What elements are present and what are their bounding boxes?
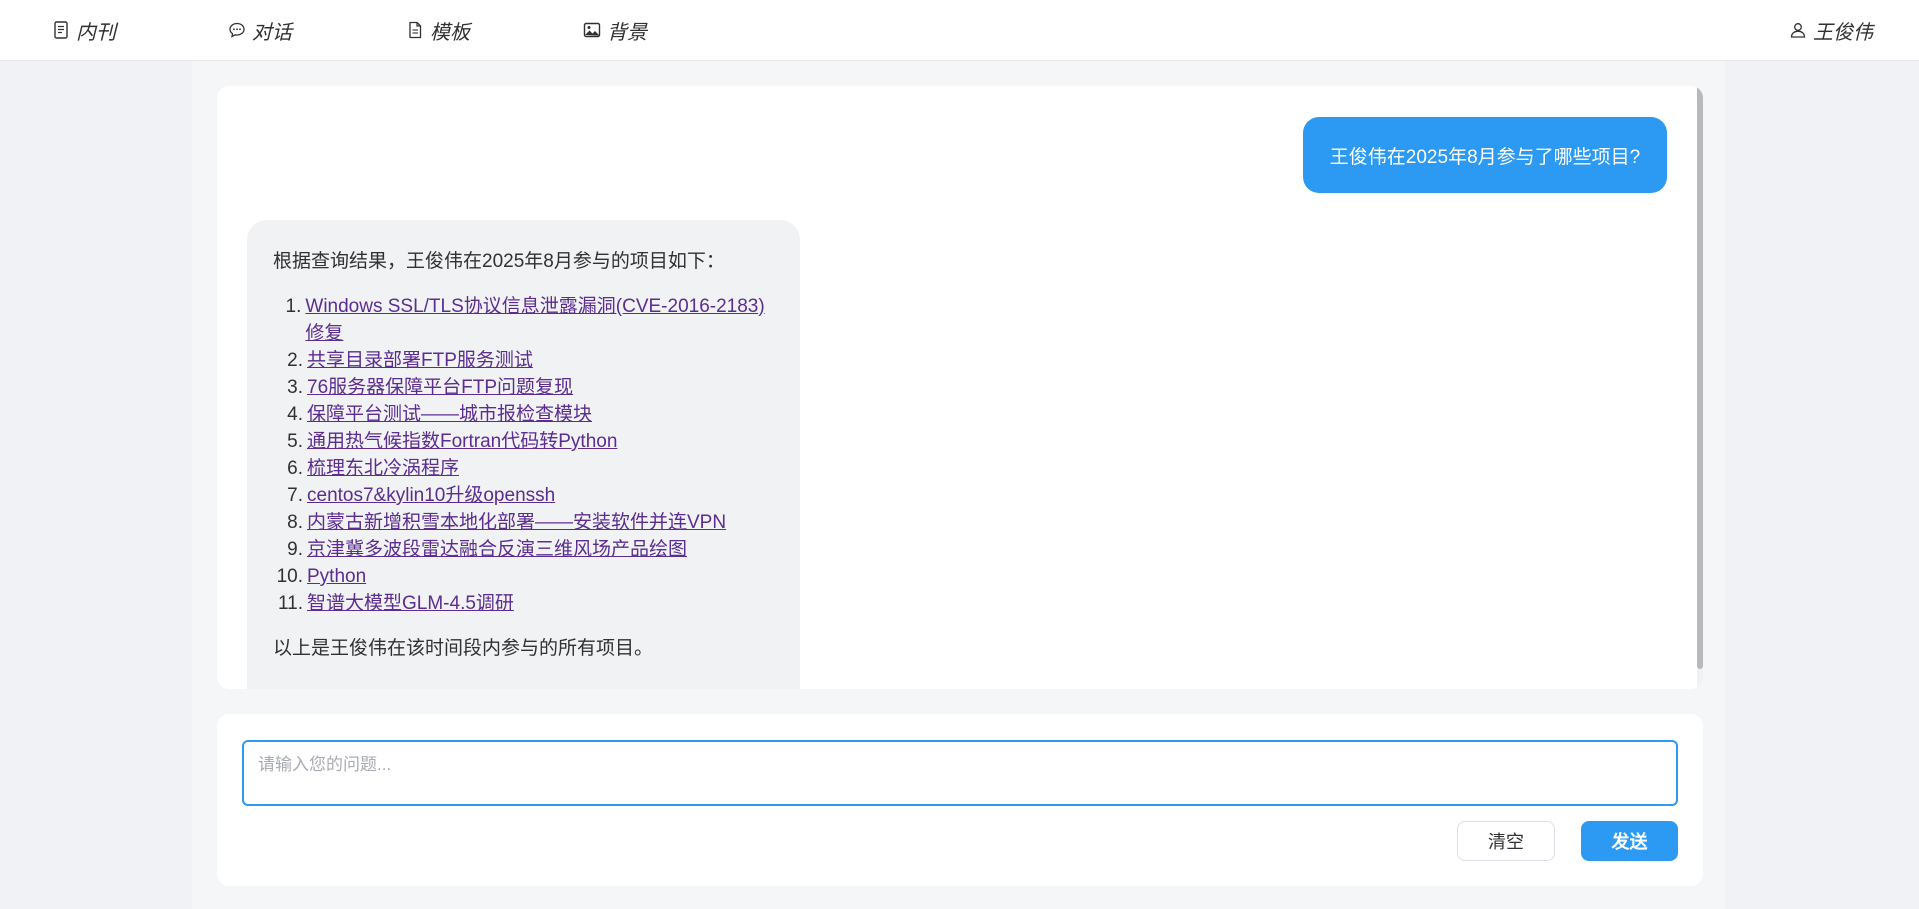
user-message-text: 王俊伟在2025年8月参与了哪些项目? <box>1329 146 1641 168</box>
project-link[interactable]: 76服务器保障平台FTP问题复现 <box>307 374 573 401</box>
list-number: 9. <box>287 539 303 560</box>
question-input[interactable] <box>242 740 1678 806</box>
project-list: 1. Windows SSL/TLS协议信息泄露漏洞(CVE-2016-2183)… <box>273 293 776 617</box>
list-number: 4. <box>287 404 303 425</box>
list-number: 11. <box>277 593 303 614</box>
user-menu[interactable]: 王俊伟 <box>1789 16 1873 44</box>
project-link[interactable]: 共享目录部署FTP服务测试 <box>307 347 533 374</box>
chat-bubble-icon <box>229 22 245 38</box>
assistant-outro-text: 以上是王俊伟在该时间段内参与的所有项目。 <box>273 638 654 659</box>
image-icon <box>583 22 601 38</box>
user-name: 王俊伟 <box>1813 21 1873 44</box>
assistant-message-bubble: 根据查询结果，王俊伟在2025年8月参与的项目如下： 1. Windows SSL… <box>247 220 800 689</box>
project-link[interactable]: centos7&kylin10升级openssh <box>307 482 555 509</box>
list-item: 10. Python <box>273 563 776 590</box>
scrollbar-thumb[interactable] <box>1697 86 1703 669</box>
nav-item-label: 内刊 <box>76 21 116 44</box>
user-message-bubble: 王俊伟在2025年8月参与了哪些项目? <box>1303 117 1667 193</box>
nav-item-label: 对话 <box>252 21 292 44</box>
nav-item-label: 背景 <box>607 21 647 44</box>
nav-item-background[interactable]: 背景 <box>583 16 647 44</box>
project-link[interactable]: 智谱大模型GLM-4.5调研 <box>307 590 514 617</box>
list-number: 7. <box>287 485 303 506</box>
nav-item-chat[interactable]: 对话 <box>228 16 292 44</box>
send-button[interactable]: 发送 <box>1581 821 1678 861</box>
project-link[interactable]: 梳理东北冷涡程序 <box>307 455 459 482</box>
nav-item-journal[interactable]: 内刊 <box>52 16 116 44</box>
list-number: 8. <box>287 512 303 533</box>
list-number: 3. <box>287 377 303 398</box>
project-link[interactable]: 京津冀多波段雷达融合反演三维风场产品绘图 <box>307 536 687 563</box>
chat-scrollbar[interactable] <box>1697 86 1703 689</box>
project-link[interactable]: Windows SSL/TLS协议信息泄露漏洞(CVE-2016-2183)修复 <box>305 293 776 347</box>
project-link[interactable]: 保障平台测试——城市报检查模块 <box>307 401 592 428</box>
list-item: 5. 通用热气候指数Fortran代码转Python <box>273 428 776 455</box>
file-icon <box>409 21 422 39</box>
chat-history-panel[interactable]: 王俊伟在2025年8月参与了哪些项目? 根据查询结果，王俊伟在2025年8月参与… <box>217 86 1703 689</box>
list-item: 9. 京津冀多波段雷达融合反演三维风场产品绘图 <box>273 536 776 563</box>
left-margin <box>0 61 192 909</box>
right-margin <box>1725 61 1919 909</box>
document-icon <box>54 21 68 39</box>
list-number: 10. <box>276 566 303 587</box>
project-link[interactable]: Python <box>307 563 366 590</box>
composer-panel: 清空 发送 <box>217 714 1703 886</box>
user-icon <box>1790 23 1806 38</box>
nav-item-label: 模板 <box>430 21 470 44</box>
list-item: 2. 共享目录部署FTP服务测试 <box>273 347 776 374</box>
project-link[interactable]: 通用热气候指数Fortran代码转Python <box>307 428 617 455</box>
list-number: 2. <box>287 350 303 371</box>
assistant-intro-text: 根据查询结果，王俊伟在2025年8月参与的项目如下： <box>273 251 725 272</box>
list-item: 6. 梳理东北冷涡程序 <box>273 455 776 482</box>
top-navigation-bar: 内刊 对话 模板 背景 王俊伟 <box>0 0 1919 61</box>
list-item: 7. centos7&kylin10升级openssh <box>273 482 776 509</box>
list-number: 6. <box>287 458 303 479</box>
project-link[interactable]: 内蒙古新增积雪本地化部署——安装软件并连VPN <box>307 509 726 536</box>
clear-button[interactable]: 清空 <box>1457 821 1555 861</box>
nav-item-templates[interactable]: 模板 <box>406 16 470 44</box>
list-item: 1. Windows SSL/TLS协议信息泄露漏洞(CVE-2016-2183)… <box>273 293 776 347</box>
list-item: 11. 智谱大模型GLM-4.5调研 <box>273 590 776 617</box>
list-item: 8. 内蒙古新增积雪本地化部署——安装软件并连VPN <box>273 509 776 536</box>
list-item: 4. 保障平台测试——城市报检查模块 <box>273 401 776 428</box>
list-item: 3. 76服务器保障平台FTP问题复现 <box>273 374 776 401</box>
list-number: 1. <box>285 296 302 317</box>
list-number: 5. <box>287 431 303 452</box>
